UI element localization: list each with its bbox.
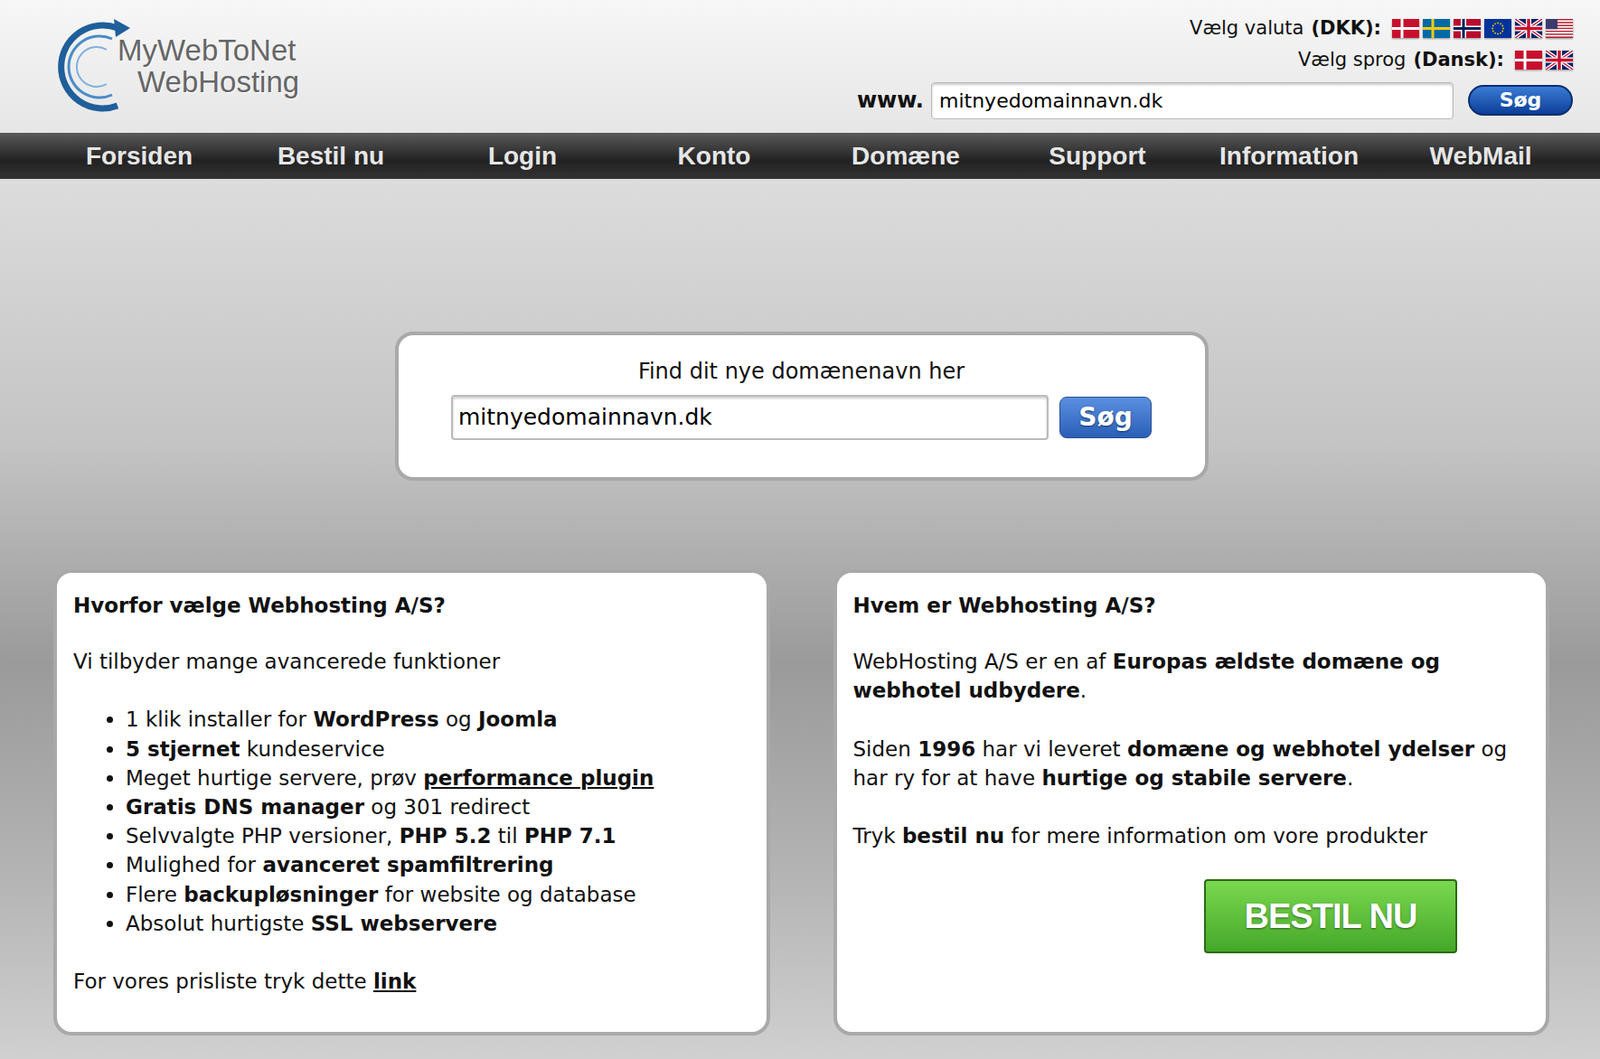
card-title: Hvem er Webhosting A/S?: [853, 591, 1531, 621]
uk-flag-icon[interactable]: [1515, 18, 1543, 38]
feature-item: Gratis DNS manager og 301 redirect: [125, 792, 751, 822]
text-segment: og 301 redirect: [364, 795, 530, 819]
search-button[interactable]: Søg: [1059, 396, 1152, 439]
text-segment: og: [439, 707, 479, 732]
text-segment: Selvvalgte PHP versioner,: [125, 824, 400, 848]
domain-input[interactable]: [451, 395, 1049, 441]
text-segment: hurtige og stabile servere: [1041, 766, 1347, 791]
text-segment: for mere information om vore produkter: [1004, 824, 1428, 848]
menu-item[interactable]: WebMail: [1384, 137, 1577, 176]
menu-item[interactable]: Domæne: [809, 137, 1002, 176]
logo[interactable]: MyWebToNetWebHosting: [57, 15, 300, 119]
page-header: MyWebToNetWebHosting Vælg valuta(DKK):Væ…: [0, 0, 1600, 133]
selector-value: (DKK):: [1310, 14, 1382, 44]
text-segment: 1996: [917, 737, 976, 762]
feature-item: Mulighed for avanceret spamfiltrering: [125, 850, 751, 880]
text-segment: WebHosting A/S er en af: [853, 649, 1113, 674]
text-segment: .: [1080, 678, 1087, 703]
text-segment: Flere: [125, 883, 184, 907]
selector-label: Vælg sprog: [1298, 46, 1406, 76]
text-segment: Gratis DNS manager: [125, 795, 365, 819]
feature-item: 1 klik installer for WordPress og Joomla: [125, 705, 751, 735]
text-segment: avanceret spamfiltrering: [262, 853, 554, 877]
price-list-note: For vores prisliste tryk dette link: [73, 967, 751, 997]
logo-text[interactable]: MyWebToNetWebHosting: [117, 35, 300, 98]
text-segment: Tryk: [853, 824, 903, 848]
www-prefix: www.: [856, 84, 924, 117]
text-segment: WordPress: [312, 707, 439, 732]
norway-flag-icon[interactable]: [1453, 18, 1481, 38]
domain-input[interactable]: [931, 82, 1454, 120]
feature-list: 1 klik installer for WordPress og Joomla…: [73, 705, 751, 939]
text-segment: 5 stjernet: [125, 737, 241, 762]
text-segment: for website og database: [377, 883, 636, 907]
card-paragraph: Siden 1996 har vi leveret domæne og webh…: [853, 734, 1531, 793]
feature-item: Absolut hurtigste SSL webservere: [125, 909, 751, 939]
order-row: BESTIL NU: [853, 879, 1531, 954]
menu-item[interactable]: Support: [1001, 137, 1194, 176]
currency-selector: Vælg valuta(DKK):: [1189, 14, 1573, 44]
text-segment: Absolut hurtigste: [125, 912, 311, 936]
eu-flag-icon[interactable]: [1484, 18, 1512, 38]
text-segment: har vi leveret: [975, 737, 1128, 762]
logo-line[interactable]: WebHosting: [117, 66, 300, 99]
feature-item: Selvvalgte PHP versioner, PHP 5.2 til PH…: [125, 821, 751, 851]
text-segment: Siden: [853, 737, 919, 762]
hero: Find dit nye domænenavn her Søg Hvorfor v…: [0, 178, 1600, 1059]
search-button[interactable]: Søg: [1468, 84, 1573, 117]
feature-item: Meget hurtige servere, prøv performance …: [125, 763, 751, 793]
text-segment: 1 klik installer for: [125, 707, 313, 732]
text-link[interactable]: performance plugin: [423, 766, 654, 791]
menu-item[interactable]: Bestil nu: [235, 137, 427, 176]
text-segment: SSL webservere: [310, 912, 498, 936]
who-card: Hvem er Webhosting A/S? WebHosting A/S er…: [833, 569, 1551, 1036]
logo-swirl-icon: [57, 15, 134, 119]
main-menu: ForsidenBestil nuLoginKontoDomæneSupport…: [0, 132, 1600, 179]
text-link[interactable]: link: [373, 969, 416, 994]
text-segment: bestil nu: [902, 824, 1005, 848]
menu-item[interactable]: Forsiden: [43, 137, 236, 176]
language-selector: Vælg sprog(Dansk):: [1298, 46, 1573, 76]
denmark-flag-icon[interactable]: [1392, 18, 1420, 38]
top-domain-search: www. Søg: [856, 82, 1573, 120]
denmark-flag-icon[interactable]: [1515, 50, 1543, 70]
text-segment: kundeservice: [240, 737, 386, 762]
domain-search-box: Find dit nye domænenavn her Søg: [395, 331, 1209, 481]
search-title: Find dit nye domænenavn her: [416, 355, 1187, 388]
text-segment: For vores prisliste tryk dette: [73, 969, 374, 994]
logo-line[interactable]: MyWebToNet: [117, 35, 300, 67]
card-title: Hvorfor vælge Webhosting A/S?: [73, 591, 751, 621]
text-segment: backupløsninger: [183, 883, 378, 907]
menu-item[interactable]: Login: [426, 137, 619, 176]
why-card: Hvorfor vælge Webhosting A/S? Vi tilbyder…: [53, 569, 771, 1036]
sweden-flag-icon[interactable]: [1422, 18, 1450, 38]
selector-label: Vælg valuta: [1189, 14, 1304, 44]
card-paragraph: WebHosting A/S er en af Europas ældste d…: [853, 647, 1531, 706]
card-paragraph: Tryk bestil nu for mere information om v…: [853, 821, 1531, 851]
feature-item: Flere backupløsninger for website og dat…: [125, 880, 751, 910]
feature-item: 5 stjernet kundeservice: [125, 734, 751, 764]
uk-flag-icon[interactable]: [1545, 50, 1573, 70]
menu-item[interactable]: Information: [1193, 137, 1385, 176]
text-segment: PHP 5.2: [399, 824, 492, 848]
text-segment: Mulighed for: [125, 853, 263, 877]
usa-flag-icon[interactable]: [1545, 18, 1573, 38]
order-button[interactable]: BESTIL NU: [1204, 879, 1458, 954]
text-segment: PHP 7.1: [524, 824, 617, 848]
menu-item[interactable]: Konto: [618, 137, 810, 176]
search-row: Søg: [416, 395, 1187, 441]
card-intro: Vi tilbyder mange avancerede funktioner: [73, 647, 751, 677]
text-segment: Joomla: [478, 707, 558, 732]
text-segment: .: [1346, 766, 1354, 791]
header-tools: Vælg valuta(DKK):Vælg sprog(Dansk): www. S…: [856, 14, 1573, 120]
selector-value: (Dansk):: [1412, 46, 1505, 76]
text-segment: til: [490, 824, 524, 848]
text-segment: domæne og webhotel ydelser: [1127, 737, 1475, 762]
text-segment: Meget hurtige servere, prøv: [125, 766, 424, 791]
info-cards: Hvorfor vælge Webhosting A/S? Vi tilbyder…: [53, 569, 1550, 1036]
